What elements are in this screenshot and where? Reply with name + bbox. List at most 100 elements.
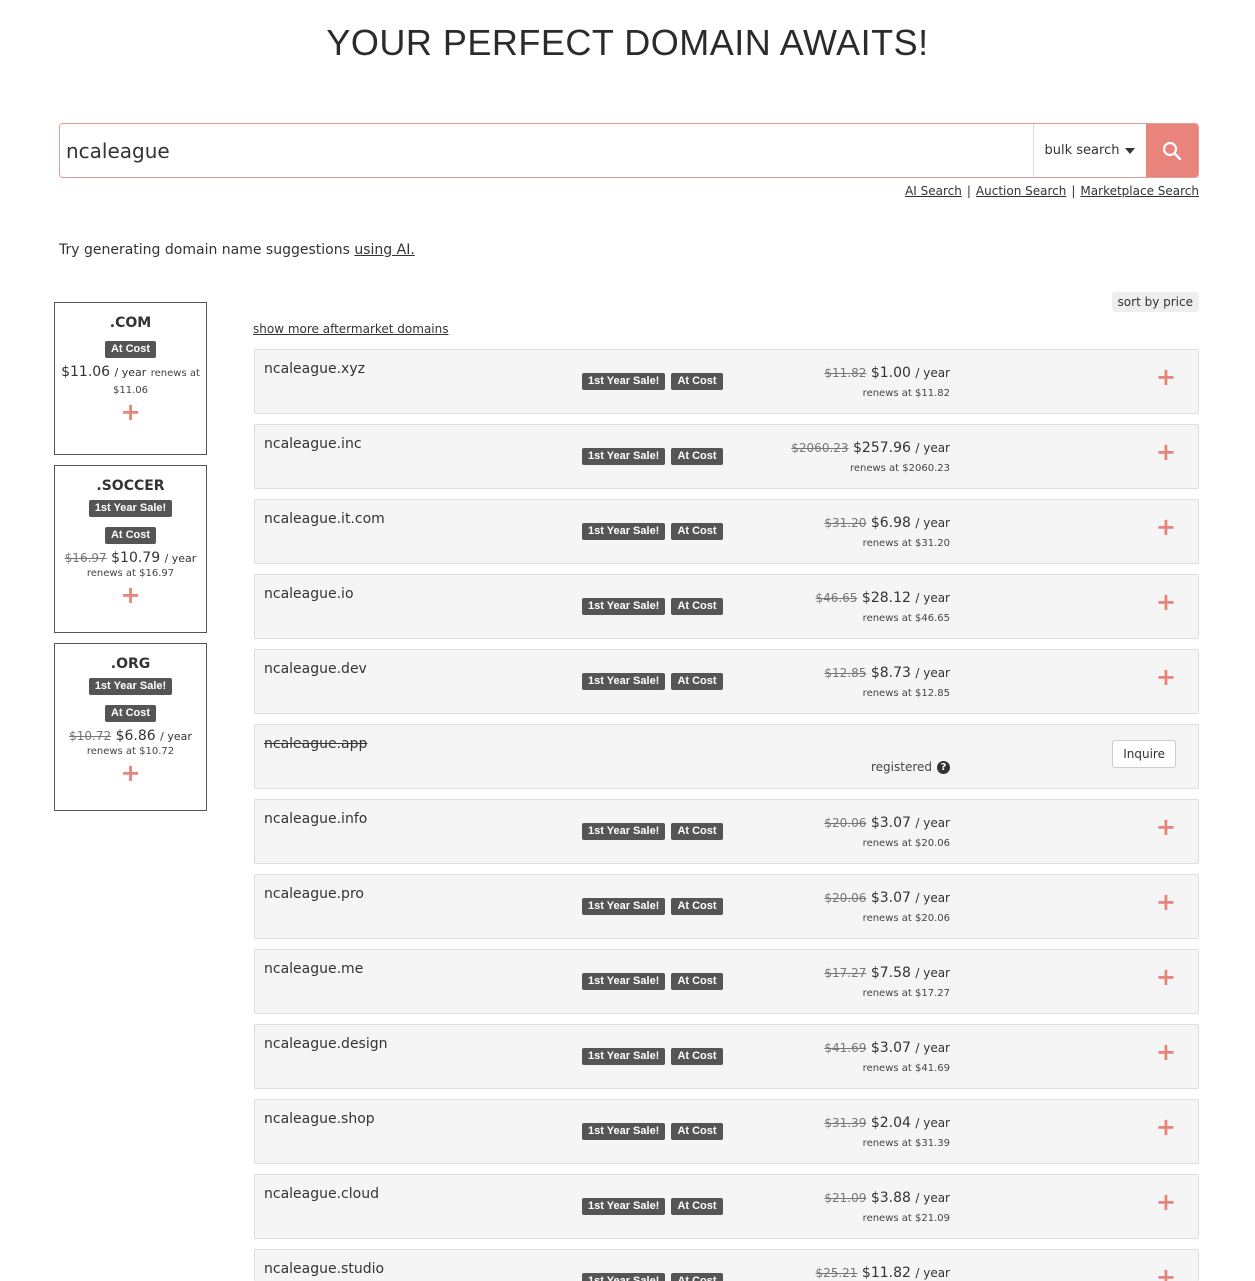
add-to-cart-icon[interactable]: + bbox=[120, 761, 140, 785]
search-bar: bulk search bbox=[59, 123, 1199, 178]
add-to-cart-icon[interactable]: + bbox=[120, 583, 140, 607]
domain-name: ncaleague.it.com bbox=[264, 511, 385, 527]
old-price: $11.82 bbox=[824, 366, 867, 380]
domain-price: $31.39 $2.04 / year bbox=[824, 1115, 950, 1131]
add-to-cart-icon[interactable]: + bbox=[1156, 890, 1176, 914]
domain-price: $41.69 $3.07 / year bbox=[824, 1040, 950, 1056]
domain-name: ncaleague.inc bbox=[264, 436, 362, 452]
price-unit: / year bbox=[915, 591, 950, 605]
domain-name: ncaleague.cloud bbox=[264, 1186, 379, 1202]
add-to-cart-icon[interactable]: + bbox=[120, 400, 140, 424]
domain-price: $2060.23 $257.96 / year bbox=[791, 440, 950, 456]
add-to-cart-icon[interactable]: + bbox=[1156, 365, 1176, 389]
renew-text: renews at $11.82 bbox=[862, 388, 950, 399]
price-value: $2.04 bbox=[870, 1115, 911, 1131]
at-cost-badge: At Cost bbox=[671, 823, 723, 840]
renew-text: renews at $31.39 bbox=[862, 1138, 950, 1149]
sale-badge: 1st Year Sale! bbox=[582, 1048, 666, 1065]
bulk-search-dropdown[interactable]: bulk search bbox=[1033, 124, 1146, 177]
page-title: YOUR PERFECT DOMAIN AWAITS! bbox=[326, 22, 929, 63]
domain-price: $20.06 $3.07 / year bbox=[824, 815, 950, 831]
add-to-cart-icon[interactable]: + bbox=[1156, 965, 1176, 989]
add-to-cart-icon[interactable]: + bbox=[1156, 1190, 1176, 1214]
at-cost-badge: At Cost bbox=[104, 341, 157, 358]
add-to-cart-icon[interactable]: + bbox=[1156, 665, 1176, 689]
renew-text: renews at $20.06 bbox=[862, 838, 950, 849]
tld-price: $10.72 $6.86 / year bbox=[55, 728, 206, 745]
domain-price: $20.06 $3.07 / year bbox=[824, 890, 950, 906]
result-row: ncaleague.io 1st Year Sale! At Cost $46.… bbox=[254, 574, 1199, 639]
sale-badge: 1st Year Sale! bbox=[582, 448, 666, 465]
result-row: ncaleague.inc 1st Year Sale! At Cost $20… bbox=[254, 424, 1199, 489]
domain-name: ncaleague.io bbox=[264, 586, 354, 602]
price-value: $6.98 bbox=[870, 515, 911, 531]
tld-name: .COM bbox=[109, 315, 152, 331]
price-value: $28.12 bbox=[861, 590, 911, 606]
search-input[interactable] bbox=[60, 124, 1033, 177]
add-to-cart-icon[interactable]: + bbox=[1156, 1265, 1176, 1281]
sort-by-price-button[interactable]: sort by price bbox=[1111, 292, 1199, 312]
price-value: $7.58 bbox=[870, 965, 911, 981]
add-to-cart-icon[interactable]: + bbox=[1156, 440, 1176, 464]
sale-badge: 1st Year Sale! bbox=[582, 898, 666, 915]
old-price: $16.97 bbox=[64, 551, 107, 565]
price-value: $8.73 bbox=[870, 665, 911, 681]
add-to-cart-icon[interactable]: + bbox=[1156, 1115, 1176, 1139]
sale-badge: 1st Year Sale! bbox=[582, 823, 666, 840]
search-button[interactable] bbox=[1146, 124, 1198, 177]
domain-price: $46.65 $28.12 / year bbox=[815, 590, 950, 606]
domain-price: $31.20 $6.98 / year bbox=[824, 515, 950, 531]
price-value: $1.00 bbox=[870, 365, 911, 381]
result-row: ncaleague.shop 1st Year Sale! At Cost $3… bbox=[254, 1099, 1199, 1164]
domain-name: ncaleague.app bbox=[264, 736, 368, 752]
question-icon[interactable]: ? bbox=[937, 760, 950, 774]
result-row: ncaleague.xyz 1st Year Sale! At Cost $11… bbox=[254, 349, 1199, 414]
caret-down-icon bbox=[1125, 147, 1136, 154]
domain-price: $12.85 $8.73 / year bbox=[824, 665, 950, 681]
price-unit: / year bbox=[915, 441, 950, 455]
price-unit: / year bbox=[915, 1116, 950, 1130]
sale-badge: 1st Year Sale! bbox=[582, 1198, 666, 1215]
add-to-cart-icon[interactable]: + bbox=[1156, 515, 1176, 539]
domain-name: ncaleague.me bbox=[264, 961, 364, 977]
domain-name: ncaleague.info bbox=[264, 811, 368, 827]
result-row: ncaleague.it.com 1st Year Sale! At Cost … bbox=[254, 499, 1199, 564]
price-value: $3.07 bbox=[870, 890, 911, 906]
inquire-button[interactable]: Inquire bbox=[1112, 740, 1176, 768]
tld-card-soccer: .SOCCER 1st Year Sale! At Cost $16.97 $1… bbox=[54, 465, 207, 633]
tld-price: $16.97 $10.79 / year bbox=[55, 550, 206, 567]
marketplace-search-link[interactable]: Marketplace Search bbox=[1080, 184, 1199, 198]
ai-hint-link[interactable]: using AI. bbox=[354, 242, 414, 258]
price-value: $6.86 bbox=[115, 728, 156, 744]
at-cost-badge: At Cost bbox=[671, 1273, 723, 1281]
domain-price: $17.27 $7.58 / year bbox=[824, 965, 950, 981]
bulk-search-label: bulk search bbox=[1044, 143, 1120, 158]
show-more-aftermarket-link[interactable]: show more aftermarket domains bbox=[253, 322, 449, 336]
result-row: ncaleague.pro 1st Year Sale! At Cost $20… bbox=[254, 874, 1199, 939]
domain-name: ncaleague.studio bbox=[264, 1261, 385, 1277]
result-row: ncaleague.info 1st Year Sale! At Cost $2… bbox=[254, 799, 1199, 864]
ai-search-link[interactable]: AI Search bbox=[905, 184, 962, 198]
add-to-cart-icon[interactable]: + bbox=[1156, 1040, 1176, 1064]
sale-badge: 1st Year Sale! bbox=[582, 1123, 666, 1140]
domain-name: ncaleague.pro bbox=[264, 886, 364, 902]
at-cost-badge: At Cost bbox=[671, 523, 723, 540]
sale-badge: 1st Year Sale! bbox=[582, 973, 666, 990]
domain-price: $11.82 $1.00 / year bbox=[824, 365, 950, 381]
add-to-cart-icon[interactable]: + bbox=[1156, 815, 1176, 839]
domain-name: ncaleague.shop bbox=[264, 1111, 375, 1127]
old-price: $2060.23 bbox=[791, 441, 849, 455]
price-value: $3.88 bbox=[870, 1190, 911, 1206]
auction-search-link[interactable]: Auction Search bbox=[976, 184, 1066, 198]
at-cost-badge: At Cost bbox=[671, 373, 723, 390]
tld-card-com: .COM At Cost $11.06 / year renews at $11… bbox=[54, 302, 207, 455]
at-cost-badge: At Cost bbox=[671, 1198, 723, 1215]
sale-badge: 1st Year Sale! bbox=[88, 678, 173, 695]
old-price: $17.27 bbox=[824, 966, 867, 980]
price-value: $11.82 bbox=[861, 1265, 911, 1281]
tld-card-org: .ORG 1st Year Sale! At Cost $10.72 $6.86… bbox=[54, 643, 207, 811]
ai-hint-text: Try generating domain name suggestions bbox=[59, 242, 350, 258]
price-unit: / year bbox=[160, 730, 192, 743]
add-to-cart-icon[interactable]: + bbox=[1156, 590, 1176, 614]
sale-badge: 1st Year Sale! bbox=[582, 523, 666, 540]
